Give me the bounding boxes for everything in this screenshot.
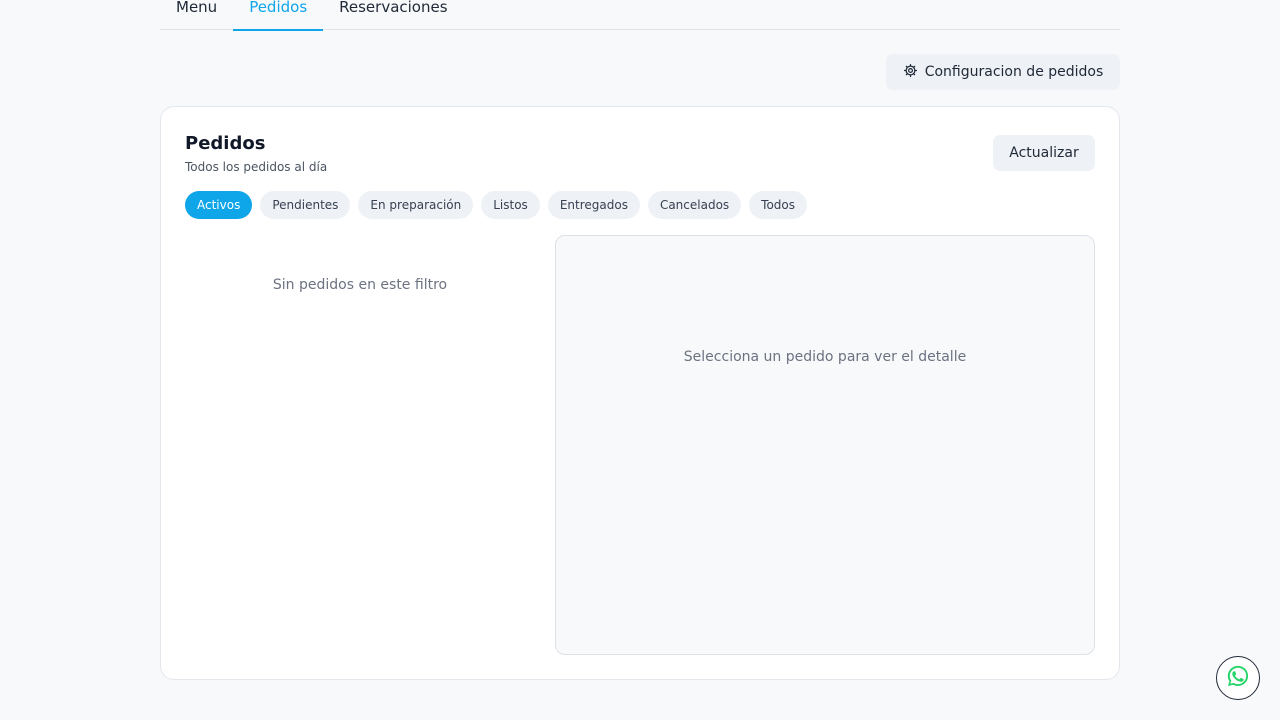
filter-activos[interactable]: Activos: [185, 191, 253, 219]
filter-pendientes[interactable]: Pendientes: [260, 191, 351, 219]
filter-en-preparacion[interactable]: En preparación: [358, 191, 474, 219]
orders-title: Pedidos: [185, 133, 266, 154]
refresh-button[interactable]: Actualizar: [993, 135, 1095, 171]
filter-entregados[interactable]: Entregados: [547, 191, 640, 219]
nav-tabs: Menu Pedidos Reservaciones: [160, 0, 1120, 31]
tab-pedidos[interactable]: Pedidos: [233, 0, 324, 31]
order-settings-button[interactable]: Configuracion de pedidos: [886, 54, 1120, 90]
tab-menu[interactable]: Menu: [160, 0, 233, 30]
whatsapp-button[interactable]: [1216, 656, 1260, 700]
gear-icon: [903, 63, 918, 82]
orders-subtitle: Todos los pedidos al día: [185, 160, 328, 174]
filter-listos[interactable]: Listos: [481, 191, 540, 219]
tab-reservaciones[interactable]: Reservaciones: [323, 0, 463, 30]
orders-empty-message: Sin pedidos en este filtro: [272, 277, 448, 293]
filter-cancelados[interactable]: Cancelados: [647, 191, 742, 219]
filter-todos[interactable]: Todos: [749, 191, 808, 219]
order-detail-placeholder: Selecciona un pedido para ver el detalle: [683, 349, 967, 365]
status-filters: Activos Pendientes En preparación Listos…: [185, 191, 808, 219]
orders-card: Pedidos Todos los pedidos al día Actuali…: [160, 106, 1120, 680]
order-settings-label: Configuracion de pedidos: [924, 64, 1104, 80]
whatsapp-icon: [1225, 663, 1251, 693]
order-detail-panel: Selecciona un pedido para ver el detalle: [555, 235, 1095, 655]
